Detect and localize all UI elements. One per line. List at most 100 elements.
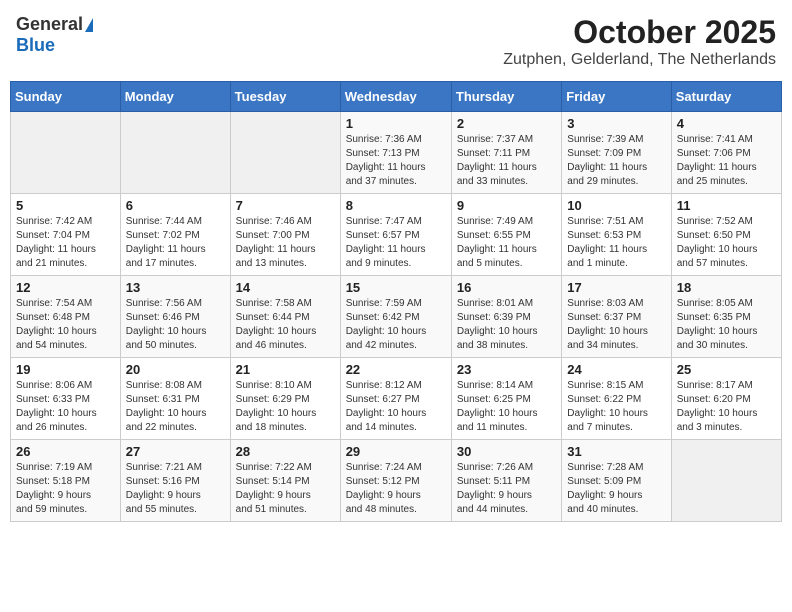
day-number: 1 xyxy=(346,116,446,131)
logo-general-text: General xyxy=(16,14,83,35)
day-info: Sunrise: 7:42 AMSunset: 7:04 PMDaylight:… xyxy=(16,215,115,271)
day-info: Sunrise: 8:14 AMSunset: 6:25 PMDaylight:… xyxy=(457,379,556,435)
day-number: 26 xyxy=(16,444,115,459)
day-info: Sunrise: 7:49 AMSunset: 6:55 PMDaylight:… xyxy=(457,215,556,271)
col-wednesday: Wednesday xyxy=(340,82,451,112)
day-info: Sunrise: 8:03 AMSunset: 6:37 PMDaylight:… xyxy=(567,297,665,353)
day-info: Sunrise: 8:05 AMSunset: 6:35 PMDaylight:… xyxy=(677,297,776,353)
day-info: Sunrise: 7:52 AMSunset: 6:50 PMDaylight:… xyxy=(677,215,776,271)
day-number: 12 xyxy=(16,280,115,295)
day-info: Sunrise: 7:41 AMSunset: 7:06 PMDaylight:… xyxy=(677,133,776,189)
table-row: 6 Sunrise: 7:44 AMSunset: 7:02 PMDaylight… xyxy=(120,194,230,276)
day-number: 20 xyxy=(126,362,225,377)
page-subtitle: Zutphen, Gelderland, The Netherlands xyxy=(503,51,776,69)
day-info: Sunrise: 7:54 AMSunset: 6:48 PMDaylight:… xyxy=(16,297,115,353)
day-number: 4 xyxy=(677,116,776,131)
table-row: 12 Sunrise: 7:54 AMSunset: 6:48 PMDayligh… xyxy=(11,276,121,358)
table-row: 21 Sunrise: 8:10 AMSunset: 6:29 PMDayligh… xyxy=(230,358,340,440)
calendar-week-row: 1 Sunrise: 7:36 AMSunset: 7:13 PMDaylight… xyxy=(11,112,782,194)
day-info: Sunrise: 7:36 AMSunset: 7:13 PMDaylight:… xyxy=(346,133,446,189)
table-row: 11 Sunrise: 7:52 AMSunset: 6:50 PMDayligh… xyxy=(671,194,781,276)
day-info: Sunrise: 7:21 AMSunset: 5:16 PMDaylight:… xyxy=(126,461,225,517)
day-info: Sunrise: 7:58 AMSunset: 6:44 PMDaylight:… xyxy=(236,297,335,353)
table-row: 20 Sunrise: 8:08 AMSunset: 6:31 PMDayligh… xyxy=(120,358,230,440)
title-block: October 2025 Zutphen, Gelderland, The Ne… xyxy=(503,14,776,69)
day-info: Sunrise: 7:19 AMSunset: 5:18 PMDaylight:… xyxy=(16,461,115,517)
day-number: 5 xyxy=(16,198,115,213)
day-info: Sunrise: 8:12 AMSunset: 6:27 PMDaylight:… xyxy=(346,379,446,435)
calendar-week-row: 19 Sunrise: 8:06 AMSunset: 6:33 PMDayligh… xyxy=(11,358,782,440)
day-info: Sunrise: 8:06 AMSunset: 6:33 PMDaylight:… xyxy=(16,379,115,435)
logo-blue-text: Blue xyxy=(16,35,55,56)
col-thursday: Thursday xyxy=(451,82,561,112)
logo: General Blue xyxy=(16,14,93,56)
day-info: Sunrise: 8:08 AMSunset: 6:31 PMDaylight:… xyxy=(126,379,225,435)
table-row: 5 Sunrise: 7:42 AMSunset: 7:04 PMDaylight… xyxy=(11,194,121,276)
table-row: 28Sunrise: 7:22 AMSunset: 5:14 PMDayligh… xyxy=(230,440,340,522)
day-number: 9 xyxy=(457,198,556,213)
table-row: 18 Sunrise: 8:05 AMSunset: 6:35 PMDayligh… xyxy=(671,276,781,358)
day-info: Sunrise: 7:47 AMSunset: 6:57 PMDaylight:… xyxy=(346,215,446,271)
table-row: 22 Sunrise: 8:12 AMSunset: 6:27 PMDayligh… xyxy=(340,358,451,440)
day-number: 24 xyxy=(567,362,665,377)
table-row: 29Sunrise: 7:24 AMSunset: 5:12 PMDayligh… xyxy=(340,440,451,522)
calendar-header-row: Sunday Monday Tuesday Wednesday Thursday… xyxy=(11,82,782,112)
table-row: 1 Sunrise: 7:36 AMSunset: 7:13 PMDaylight… xyxy=(340,112,451,194)
day-number: 16 xyxy=(457,280,556,295)
day-number: 27 xyxy=(126,444,225,459)
day-number: 25 xyxy=(677,362,776,377)
day-info: Sunrise: 8:15 AMSunset: 6:22 PMDaylight:… xyxy=(567,379,665,435)
day-number: 18 xyxy=(677,280,776,295)
table-row: 8Sunrise: 7:47 AMSunset: 6:57 PMDaylight… xyxy=(340,194,451,276)
day-info: Sunrise: 8:01 AMSunset: 6:39 PMDaylight:… xyxy=(457,297,556,353)
day-info: Sunrise: 8:17 AMSunset: 6:20 PMDaylight:… xyxy=(677,379,776,435)
table-row: 7Sunrise: 7:46 AMSunset: 7:00 PMDaylight… xyxy=(230,194,340,276)
day-info: Sunrise: 7:37 AMSunset: 7:11 PMDaylight:… xyxy=(457,133,556,189)
day-number: 23 xyxy=(457,362,556,377)
day-number: 19 xyxy=(16,362,115,377)
page-title: October 2025 xyxy=(503,14,776,51)
day-info: Sunrise: 7:24 AMSunset: 5:12 PMDaylight:… xyxy=(346,461,446,517)
table-row xyxy=(671,440,781,522)
day-info: Sunrise: 7:44 AMSunset: 7:02 PMDaylight:… xyxy=(126,215,225,271)
col-sunday: Sunday xyxy=(11,82,121,112)
day-number: 6 xyxy=(126,198,225,213)
day-info: Sunrise: 8:10 AMSunset: 6:29 PMDaylight:… xyxy=(236,379,335,435)
day-info: Sunrise: 7:56 AMSunset: 6:46 PMDaylight:… xyxy=(126,297,225,353)
day-number: 3 xyxy=(567,116,665,131)
day-number: 14 xyxy=(236,280,335,295)
table-row: 31Sunrise: 7:28 AMSunset: 5:09 PMDayligh… xyxy=(562,440,671,522)
day-number: 11 xyxy=(677,198,776,213)
table-row: 24 Sunrise: 8:15 AMSunset: 6:22 PMDayligh… xyxy=(562,358,671,440)
table-row: 27 Sunrise: 7:21 AMSunset: 5:16 PMDayligh… xyxy=(120,440,230,522)
col-tuesday: Tuesday xyxy=(230,82,340,112)
table-row: 26 Sunrise: 7:19 AMSunset: 5:18 PMDayligh… xyxy=(11,440,121,522)
day-info: Sunrise: 7:59 AMSunset: 6:42 PMDaylight:… xyxy=(346,297,446,353)
table-row xyxy=(120,112,230,194)
day-number: 28 xyxy=(236,444,335,459)
table-row: 19 Sunrise: 8:06 AMSunset: 6:33 PMDayligh… xyxy=(11,358,121,440)
col-saturday: Saturday xyxy=(671,82,781,112)
day-number: 22 xyxy=(346,362,446,377)
day-number: 2 xyxy=(457,116,556,131)
col-monday: Monday xyxy=(120,82,230,112)
day-number: 15 xyxy=(346,280,446,295)
day-info: Sunrise: 7:26 AMSunset: 5:11 PMDaylight:… xyxy=(457,461,556,517)
table-row: 9 Sunrise: 7:49 AMSunset: 6:55 PMDaylight… xyxy=(451,194,561,276)
day-number: 7 xyxy=(236,198,335,213)
day-number: 30 xyxy=(457,444,556,459)
table-row: 3 Sunrise: 7:39 AMSunset: 7:09 PMDaylight… xyxy=(562,112,671,194)
col-friday: Friday xyxy=(562,82,671,112)
table-row: 4 Sunrise: 7:41 AMSunset: 7:06 PMDaylight… xyxy=(671,112,781,194)
day-number: 21 xyxy=(236,362,335,377)
day-number: 17 xyxy=(567,280,665,295)
day-info: Sunrise: 7:39 AMSunset: 7:09 PMDaylight:… xyxy=(567,133,665,189)
logo-icon xyxy=(85,18,93,32)
table-row: 23 Sunrise: 8:14 AMSunset: 6:25 PMDayligh… xyxy=(451,358,561,440)
table-row: 10 Sunrise: 7:51 AMSunset: 6:53 PMDayligh… xyxy=(562,194,671,276)
table-row: 16 Sunrise: 8:01 AMSunset: 6:39 PMDayligh… xyxy=(451,276,561,358)
table-row: 17 Sunrise: 8:03 AMSunset: 6:37 PMDayligh… xyxy=(562,276,671,358)
day-info: Sunrise: 7:51 AMSunset: 6:53 PMDaylight:… xyxy=(567,215,665,271)
day-number: 10 xyxy=(567,198,665,213)
table-row xyxy=(230,112,340,194)
